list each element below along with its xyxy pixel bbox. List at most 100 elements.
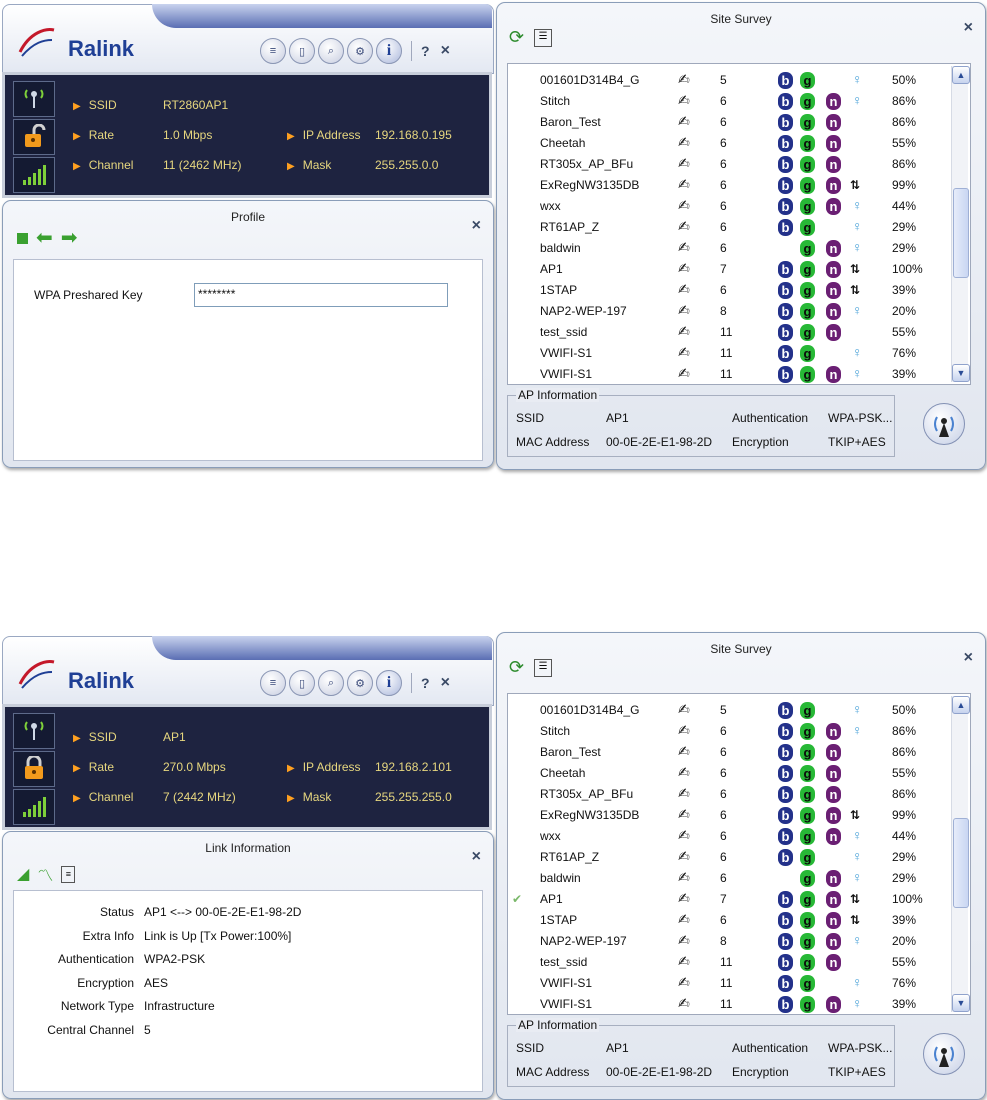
survey-row[interactable]: Baron_Test ✍ 6 b g n 86%: [508, 112, 948, 133]
info-icon[interactable]: i: [376, 670, 402, 696]
mode-g-icon: g: [800, 240, 815, 257]
gear-icon[interactable]: ⚙: [347, 670, 373, 696]
list-view-icon[interactable]: ☰: [534, 28, 553, 47]
rate-value: 1.0 Mbps: [163, 128, 213, 142]
network-type-icon: ✍: [678, 239, 690, 255]
survey-row[interactable]: AP1 ✍ 7 b g n ⇅ 100%: [508, 259, 948, 280]
statistics-document-icon[interactable]: ≡: [61, 865, 76, 883]
survey-row[interactable]: test_ssid ✍ 11 b g n 55%: [508, 952, 948, 973]
gear-icon[interactable]: ⚙: [347, 38, 373, 64]
survey-row[interactable]: VWIFI-S1 ✍ 11 b g n ♀ 39%: [508, 364, 948, 384]
survey-row[interactable]: Baron_Test ✍ 6 b g n 86%: [508, 742, 948, 763]
survey-row[interactable]: RT305x_AP_BFu ✍ 6 b g n 86%: [508, 784, 948, 805]
arrow-icon: ▶: [73, 793, 81, 804]
survey-row[interactable]: baldwin ✍ 6 g n ♀ 29%: [508, 868, 948, 889]
survey-row[interactable]: RT305x_AP_BFu ✍ 6 b g n 86%: [508, 154, 948, 175]
survey-row[interactable]: wxx ✍ 6 b g n ♀ 44%: [508, 826, 948, 847]
row-ssid: VWIFI-S1: [540, 346, 593, 360]
throughput-graph-icon[interactable]: 〽: [37, 862, 53, 886]
close-button[interactable]: ×: [964, 649, 973, 667]
window-title: Site Survey: [710, 642, 772, 656]
survey-row[interactable]: Stitch ✍ 6 b g n ♀ 86%: [508, 91, 948, 112]
survey-row[interactable]: test_ssid ✍ 11 b g n 55%: [508, 322, 948, 343]
refresh-icon[interactable]: ⟳: [509, 27, 524, 48]
document-icon[interactable]: ▯: [289, 38, 315, 64]
mode-n-icon: n: [826, 891, 841, 908]
row-signal: 29%: [892, 850, 917, 864]
scroll-up-icon[interactable]: ▲: [952, 696, 970, 714]
mode-g-icon: g: [800, 828, 815, 845]
profile-list-icon[interactable]: ≡: [260, 38, 286, 64]
scroll-thumb[interactable]: [953, 188, 969, 278]
survey-row[interactable]: ExRegNW3135DB ✍ 6 b g n ⇅ 99%: [508, 805, 948, 826]
survey-row[interactable]: ExRegNW3135DB ✍ 6 b g n ⇅ 99%: [508, 175, 948, 196]
stop-icon[interactable]: [17, 232, 28, 244]
connect-button[interactable]: [923, 403, 965, 445]
back-arrow-icon[interactable]: ⬅: [36, 228, 53, 248]
close-button[interactable]: ×: [441, 674, 450, 692]
row-ssid: Baron_Test: [540, 745, 601, 759]
survey-row[interactable]: NAP2-WEP-197 ✍ 8 b g n ♀ 20%: [508, 931, 948, 952]
document-icon[interactable]: ▯: [289, 670, 315, 696]
link-info-toolbar: ◢ 〽 ≡: [17, 862, 76, 886]
link-status-icon[interactable]: ◢: [17, 864, 29, 884]
mode-b-icon: b: [778, 177, 793, 194]
survey-row[interactable]: baldwin ✍ 6 g n ♀ 29%: [508, 238, 948, 259]
security-key-icon: ♀: [852, 71, 863, 87]
survey-list[interactable]: ▲ ▼ 001601D314B4_G ✍ 5 b g ♀ 50% Stitch ✍ 6 b g n ♀ 86…: [507, 63, 971, 385]
survey-row[interactable]: VWIFI-S1 ✍ 11 b g n ♀ 39%: [508, 994, 948, 1014]
ap-enc-value: TKIP+AES: [828, 1065, 886, 1079]
refresh-icon[interactable]: ⟳: [509, 657, 524, 678]
forward-arrow-icon[interactable]: ➡: [61, 228, 78, 248]
status-icons: [13, 713, 55, 825]
connect-button[interactable]: [923, 1033, 965, 1075]
profile-list-icon[interactable]: ≡: [260, 670, 286, 696]
survey-list[interactable]: ▲ ▼ 001601D314B4_G ✍ 5 b g ♀ 50% Stitch ✍ 6 b g n ♀ 86…: [507, 693, 971, 1015]
survey-row[interactable]: 001601D314B4_G ✍ 5 b g ♀ 50%: [508, 70, 948, 91]
scroll-thumb[interactable]: [953, 818, 969, 908]
survey-row[interactable]: VWIFI-S1 ✍ 11 b g ♀ 76%: [508, 343, 948, 364]
security-key-icon: ♀: [852, 848, 863, 864]
close-button[interactable]: ×: [472, 217, 481, 235]
survey-row[interactable]: RT61AP_Z ✍ 6 b g ♀ 29%: [508, 847, 948, 868]
scroll-down-icon[interactable]: ▼: [952, 994, 970, 1012]
survey-row[interactable]: Cheetah ✍ 6 b g n 55%: [508, 133, 948, 154]
survey-row[interactable]: wxx ✍ 6 b g n ♀ 44%: [508, 196, 948, 217]
survey-row[interactable]: 1STAP ✍ 6 b g n ⇅ 39%: [508, 280, 948, 301]
mode-g-icon: g: [800, 177, 815, 194]
list-view-icon[interactable]: ☰: [534, 658, 553, 677]
scrollbar[interactable]: ▲ ▼: [951, 696, 970, 1012]
scroll-down-icon[interactable]: ▼: [952, 364, 970, 382]
antenna-icon: [13, 713, 55, 749]
survey-row[interactable]: 1STAP ✍ 6 b g n ⇅ 39%: [508, 910, 948, 931]
help-button[interactable]: ?: [421, 675, 430, 691]
wpa-key-field[interactable]: ********: [194, 283, 448, 307]
wps-icon: ⇅: [850, 808, 861, 822]
survey-row[interactable]: Stitch ✍ 6 b g n ♀ 86%: [508, 721, 948, 742]
ap-mac-value: 00-0E-2E-E1-98-2D: [606, 435, 713, 449]
close-button[interactable]: ×: [964, 19, 973, 37]
survey-row[interactable]: Cheetah ✍ 6 b g n 55%: [508, 763, 948, 784]
survey-row[interactable]: RT61AP_Z ✍ 6 b g ♀ 29%: [508, 217, 948, 238]
scroll-up-icon[interactable]: ▲: [952, 66, 970, 84]
mode-n-icon: n: [826, 324, 841, 341]
search-icon[interactable]: ⌕: [318, 670, 344, 696]
survey-row[interactable]: ✔ AP1 ✍ 7 b g n ⇅ 100%: [508, 889, 948, 910]
arrow-icon: ▶: [287, 763, 295, 774]
ralink-main-window-bottom: Ralink ≡ ▯ ⌕ ⚙ i ? × ▶ SSID AP1 ▶ Rate 270…: [2, 636, 494, 834]
network-type-icon: ✍: [678, 155, 690, 171]
survey-row[interactable]: NAP2-WEP-197 ✍ 8 b g n ♀ 20%: [508, 301, 948, 322]
close-button[interactable]: ×: [472, 848, 481, 866]
row-channel: 6: [720, 283, 727, 297]
scrollbar[interactable]: ▲ ▼: [951, 66, 970, 382]
info-icon[interactable]: i: [376, 38, 402, 64]
mode-n-icon: n: [826, 870, 841, 887]
mode-b-icon: b: [778, 975, 793, 992]
close-button[interactable]: ×: [441, 42, 450, 60]
antenna-connect-icon: [934, 416, 954, 437]
survey-row[interactable]: 001601D314B4_G ✍ 5 b g ♀ 50%: [508, 700, 948, 721]
search-icon[interactable]: ⌕: [318, 38, 344, 64]
survey-row[interactable]: VWIFI-S1 ✍ 11 b g ♀ 76%: [508, 973, 948, 994]
help-button[interactable]: ?: [421, 43, 430, 59]
row-signal: 39%: [892, 997, 917, 1011]
